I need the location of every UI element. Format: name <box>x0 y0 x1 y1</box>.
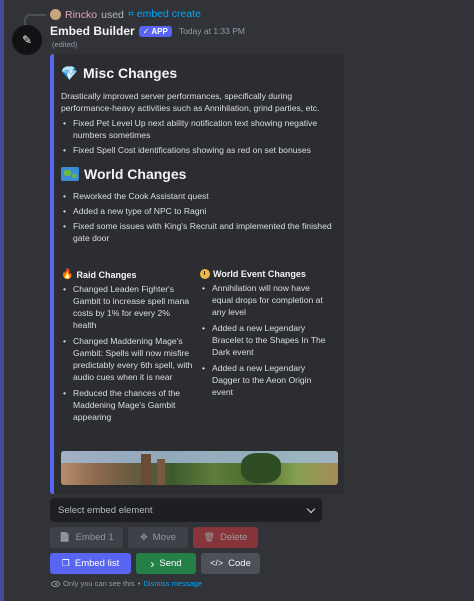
map-icon <box>61 167 79 181</box>
world-event-heading: World Event Changes <box>200 269 332 279</box>
notice-text: Only you can see this <box>63 579 135 588</box>
image-sky <box>61 451 338 463</box>
image-tree <box>241 453 281 483</box>
code-label: Code <box>228 558 251 569</box>
code-icon: </> <box>210 558 224 568</box>
image-tower <box>141 454 151 485</box>
edited-marker: (edited) <box>52 40 78 49</box>
raid-title: Raid Changes <box>76 269 137 280</box>
reply-username[interactable]: Rincko <box>65 9 97 21</box>
bot-avatar[interactable]: ✎ <box>12 25 42 55</box>
move-button[interactable]: ✥ Move <box>128 527 188 548</box>
list-item: Fixed Spell Cost identifications showing… <box>61 144 339 156</box>
list-item: Added a new type of NPC to Ragni <box>61 205 339 217</box>
ephemeral-notice: Only you can see this • Dismiss message <box>51 579 202 588</box>
list-item: Added a new Legendary Dagger to the Aeon… <box>200 362 332 398</box>
embed-list-button[interactable]: ❐ Embed list <box>50 553 131 574</box>
list-item: Changed Maddening Mage's Gambit: Spells … <box>61 335 193 383</box>
message-header: Embed Builder ✓ APP Today at 1:33 PM <box>50 24 245 38</box>
misc-list: Fixed Pet Level Up next ability notifica… <box>61 117 339 156</box>
world-list: Reworked the Cook Assistant quest Added … <box>61 190 339 244</box>
move-label: Move <box>152 532 176 543</box>
separator: • <box>137 579 141 588</box>
dismiss-link[interactable]: Dismiss message <box>143 579 202 588</box>
embed-card: 💎 Misc Changes Drastically improved serv… <box>50 54 344 494</box>
embed-body: 💎 Misc Changes Drastically improved serv… <box>61 64 339 244</box>
reply-context[interactable]: Rincko used ⌗ embed create <box>50 8 201 21</box>
world-title: World Changes <box>84 166 187 182</box>
world-event-changes-field: World Event Changes Annihilation will no… <box>200 269 332 398</box>
user-avatar-mini[interactable] <box>50 9 61 20</box>
raid-changes-heading: 🔥 Raid Changes <box>61 269 193 280</box>
fire-icon: 🔥 <box>61 269 74 280</box>
message-timestamp: Today at 1:33 PM <box>178 26 245 36</box>
misc-title: Misc Changes <box>83 64 178 81</box>
world-event-list: Annihilation will now have equal drops f… <box>200 282 332 398</box>
command-name: embed create <box>136 8 201 20</box>
reply-verb: used <box>101 8 124 21</box>
select-placeholder: Select embed element <box>58 504 153 516</box>
document-icon: 📄 <box>59 532 71 542</box>
trash-icon: 🗑 <box>203 532 215 542</box>
reply-command[interactable]: ⌗ embed create <box>128 8 201 21</box>
list-item: Fixed Pet Level Up next ability notifica… <box>61 117 339 141</box>
eye-icon <box>51 580 60 587</box>
list-item: Reduced the chances of the Maddening Mag… <box>61 387 193 423</box>
highlight-strip <box>0 0 4 601</box>
delete-button[interactable]: 🗑 Delete <box>193 527 258 548</box>
send-icon: › <box>150 556 155 571</box>
author-name[interactable]: Embed Builder <box>50 24 135 38</box>
embed-element-select[interactable]: Select embed element <box>50 498 322 522</box>
delete-label: Delete <box>219 532 248 543</box>
list-item: Added a new Legendary Bracelet to the Sh… <box>200 322 332 358</box>
embed-list-icon: ❐ <box>61 558 70 568</box>
slash-command-icon: ⌗ <box>127 8 134 20</box>
embed-list-label: Embed list <box>74 558 120 569</box>
check-icon: ✓ <box>142 26 150 36</box>
list-item: Annihilation will now have equal drops f… <box>200 282 332 318</box>
bot-avatar-icon: ✎ <box>21 33 33 47</box>
gem-icon: 💎 <box>60 64 79 81</box>
chevron-down-icon <box>306 504 316 513</box>
send-label: Send <box>159 558 182 569</box>
app-badge-label: APP <box>151 26 168 36</box>
clock-icon <box>200 269 210 279</box>
list-item: Changed Leaden Fighter's Gambit to incre… <box>61 283 193 331</box>
embed-1-label: Embed 1 <box>75 532 114 543</box>
misc-changes-heading: 💎 Misc Changes <box>61 64 339 81</box>
raid-list: Changed Leaden Fighter's Gambit to incre… <box>61 283 193 423</box>
embed-1-button[interactable]: 📄 Embed 1 <box>50 527 123 548</box>
list-item: Fixed some issues with King's Recruit an… <box>61 220 339 244</box>
world-event-title: World Event Changes <box>213 269 306 279</box>
move-icon: ✥ <box>140 532 148 542</box>
send-button[interactable]: › Send <box>136 553 196 574</box>
raid-changes-field: 🔥 Raid Changes Changed Leaden Fighter's … <box>61 269 193 423</box>
embed-image[interactable] <box>61 451 338 485</box>
image-tower <box>157 459 165 485</box>
app-badge: ✓ APP <box>138 25 172 37</box>
misc-intro: Drastically improved server performances… <box>61 91 320 113</box>
world-changes-heading: World Changes <box>61 166 339 182</box>
code-button[interactable]: </> Code <box>201 553 260 574</box>
list-item: Reworked the Cook Assistant quest <box>61 190 339 202</box>
